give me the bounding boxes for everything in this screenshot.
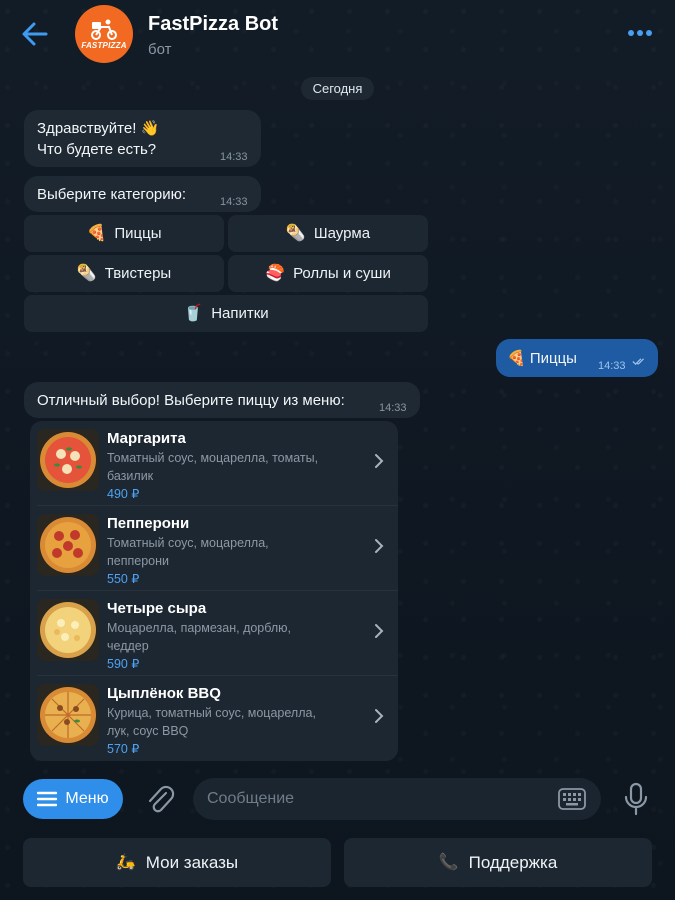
- twister-icon: 🌯: [76, 264, 97, 282]
- category-label: Твистеры: [104, 265, 172, 282]
- category-label: Роллы и суши: [293, 265, 391, 282]
- message-time: 14:33: [598, 360, 626, 372]
- item-name: Пепперони: [107, 515, 190, 532]
- menu-item-pepperoni[interactable]: Пепперони Томатный соус, моцарелла, пепп…: [30, 506, 398, 591]
- drink-icon: 🥤: [183, 304, 204, 322]
- description-line: базилик: [107, 469, 154, 483]
- menu-item-chicken-bbq[interactable]: Цыплёнок BBQ Курица, томатный соус, моца…: [30, 676, 398, 761]
- message-choose-category: Выберите категорию: 14:33: [24, 176, 261, 212]
- description-line: Томатный соус, моцарелла, томаты,: [107, 451, 319, 465]
- chevron-right-icon: [375, 624, 384, 638]
- message-greeting: Здравствуйте! 👋 Что будете есть? 14:33: [24, 110, 261, 167]
- shawarma-icon: 🌯: [285, 224, 306, 242]
- chat-subtitle: бот: [148, 41, 172, 58]
- menu-button-label: Меню: [65, 790, 109, 807]
- category-label: Шаурма: [313, 225, 371, 242]
- message-text: 🍕 Пиццы: [507, 350, 577, 367]
- message-text: Отличный выбор! Выберите пиццу из меню:: [37, 392, 345, 409]
- message-outgoing-pizza: 🍕 Пиццы 14:33: [496, 339, 658, 377]
- scooter-icon: 🛵: [115, 853, 136, 871]
- back-arrow-icon[interactable]: [20, 20, 50, 48]
- hamburger-menu-icon: [37, 791, 58, 807]
- category-label: Напитки: [211, 305, 269, 322]
- description-line: лук, соус BBQ: [107, 724, 189, 738]
- message-great-choice: Отличный выбор! Выберите пиццу из меню: …: [24, 382, 420, 418]
- chevron-right-icon: [375, 539, 384, 553]
- message-line: Что будете есть?: [37, 141, 157, 158]
- message-time: 14:33: [220, 151, 248, 163]
- item-price: 570 ₽: [107, 742, 140, 756]
- item-price: 590 ₽: [107, 657, 140, 671]
- item-description: Курица, томатный соус, моцарелла, лук, с…: [107, 704, 347, 740]
- avatar-brand-text: FASTPIZZA: [81, 41, 127, 50]
- category-button-shawarma[interactable]: 🌯 Шаурма: [228, 215, 428, 252]
- item-description: Томатный соус, моцарелла, пепперони: [107, 534, 347, 570]
- microphone-icon[interactable]: [623, 782, 649, 816]
- category-label: Пиццы: [114, 225, 162, 242]
- paperclip-icon[interactable]: [145, 784, 175, 816]
- message-time: 14:33: [220, 196, 248, 208]
- description-line: Томатный соус, моцарелла,: [107, 536, 269, 550]
- menu-item-four-cheese[interactable]: Четыре сыра Моцарелла, пармезан, дорблю,…: [30, 591, 398, 676]
- message-input-container: [193, 778, 601, 820]
- item-price: 550 ₽: [107, 572, 140, 586]
- description-line: Моцарелла, пармезан, дорблю,: [107, 621, 292, 635]
- message-line: Здравствуйте! 👋: [37, 120, 160, 137]
- description-line: чеддер: [107, 639, 149, 653]
- message-text: Выберите категорию:: [37, 186, 187, 203]
- category-button-twisters[interactable]: 🌯 Твистеры: [24, 255, 224, 292]
- pizza-image: [37, 599, 99, 661]
- item-name: Цыплёнок BBQ: [107, 685, 221, 702]
- message-composer: Меню: [0, 772, 675, 828]
- message-time: 14:33: [379, 402, 407, 414]
- scooter-logo-icon: [91, 19, 117, 40]
- chevron-right-icon: [375, 454, 384, 468]
- description-line: пепперони: [107, 554, 169, 568]
- phone-icon: 📞: [438, 853, 459, 871]
- button-label: Мои заказы: [145, 852, 239, 872]
- keyboard-icon[interactable]: [558, 788, 586, 810]
- sushi-icon: 🍣: [265, 264, 286, 282]
- pizza-menu-card: Маргарита Томатный соус, моцарелла, тома…: [30, 421, 398, 761]
- date-separator: Сегодня: [301, 77, 374, 100]
- bot-avatar[interactable]: FASTPIZZA: [75, 5, 133, 63]
- category-button-drinks[interactable]: 🥤 Напитки: [24, 295, 428, 332]
- button-label: Поддержка: [468, 852, 558, 872]
- read-checkmarks-icon: [632, 358, 644, 366]
- description-line: Курица, томатный соус, моцарелла,: [107, 706, 316, 720]
- message-input[interactable]: [207, 778, 537, 820]
- bot-menu-button[interactable]: Меню: [23, 779, 123, 819]
- chat-title[interactable]: FastPizza Bot: [148, 13, 278, 36]
- pizza-image: [37, 684, 99, 746]
- pizza-image: [37, 514, 99, 576]
- menu-item-margherita[interactable]: Маргарита Томатный соус, моцарелла, тома…: [30, 421, 398, 506]
- pizza-icon: 🍕: [86, 224, 107, 242]
- chevron-right-icon: [375, 709, 384, 723]
- item-name: Четыре сыра: [107, 600, 207, 617]
- support-button[interactable]: 📞 Поддержка: [344, 838, 652, 887]
- pizza-image: [37, 429, 99, 491]
- item-description: Моцарелла, пармезан, дорблю, чеддер: [107, 619, 347, 655]
- chat-header: FASTPIZZA FastPizza Bot бот: [0, 0, 675, 66]
- category-button-pizza[interactable]: 🍕 Пиццы: [24, 215, 224, 252]
- item-price: 490 ₽: [107, 487, 140, 501]
- category-button-rolls[interactable]: 🍣 Роллы и суши: [228, 255, 428, 292]
- item-description: Томатный соус, моцарелла, томаты, базили…: [107, 449, 347, 485]
- item-name: Маргарита: [107, 430, 186, 447]
- more-options-icon[interactable]: [628, 30, 652, 38]
- my-orders-button[interactable]: 🛵 Мои заказы: [23, 838, 331, 887]
